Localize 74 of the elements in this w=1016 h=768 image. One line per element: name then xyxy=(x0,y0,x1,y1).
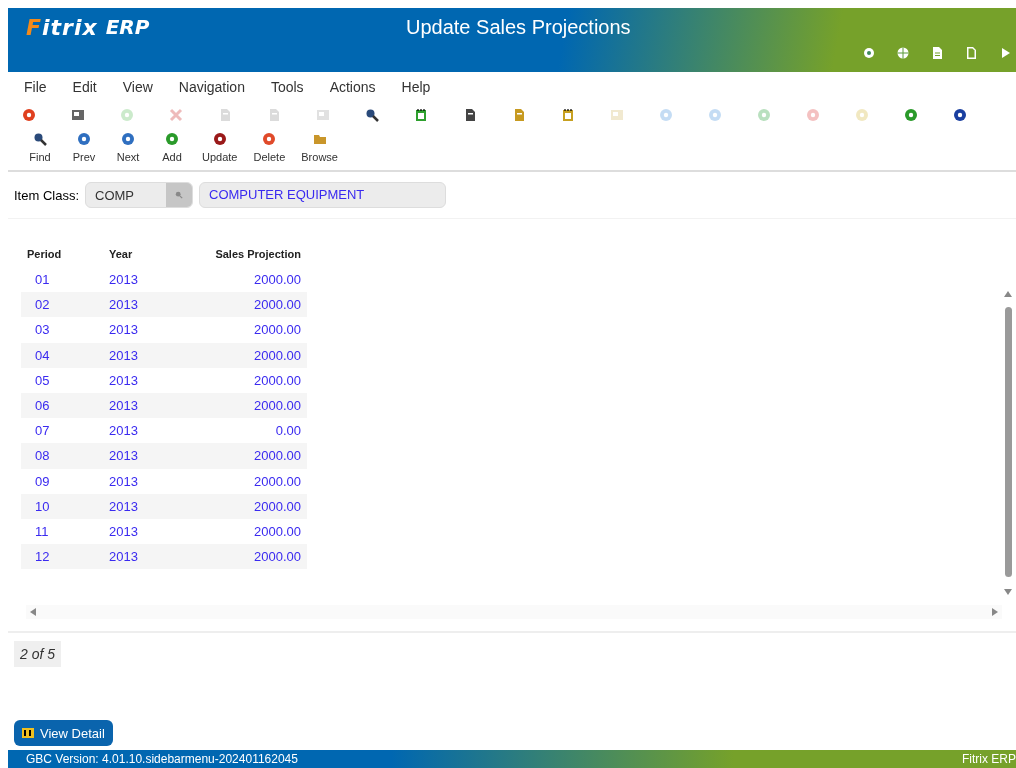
menu-item[interactable]: View xyxy=(114,79,161,95)
globe-icon[interactable] xyxy=(896,46,910,60)
version-text: GBC Version: 4.01.10.sidebarmenu-202401162045 xyxy=(26,752,298,766)
toolbar-button[interactable]: Prev xyxy=(64,128,104,170)
record-counter: 2 of 5 xyxy=(14,641,62,667)
table-cell: 11 xyxy=(21,518,103,545)
table-cell: 2000.00 xyxy=(175,342,307,368)
item-class-field[interactable]: COMP xyxy=(85,182,193,208)
menu-item[interactable]: Navigation xyxy=(170,79,253,95)
horizontal-scrollbar[interactable] xyxy=(26,605,1002,619)
view-detail-button[interactable]: View Detail xyxy=(14,720,113,746)
notepad-icon[interactable] xyxy=(414,108,428,122)
table-cell: 2000.00 xyxy=(175,468,307,494)
table-cell: 2013 xyxy=(103,443,175,469)
table-cell: 2000.00 xyxy=(175,518,307,545)
table-cell: 02 xyxy=(21,292,103,318)
table-cell: 0.00 xyxy=(175,418,307,444)
field-label: Item Class: xyxy=(14,187,79,203)
table-cell: 05 xyxy=(21,367,103,393)
table-cell: 03 xyxy=(21,317,103,343)
toolbar-button[interactable]: Update xyxy=(196,128,244,170)
menu-item[interactable]: Tools xyxy=(262,79,312,95)
table-cell: 07 xyxy=(21,418,103,444)
magnifier-icon[interactable] xyxy=(365,108,379,122)
menu-item[interactable]: File xyxy=(16,79,55,95)
toolbar-button[interactable]: Next xyxy=(108,128,148,170)
table-cell: 2013 xyxy=(103,493,175,519)
brand-text: Fitrix ERP xyxy=(962,752,1016,766)
column-header[interactable]: Year xyxy=(103,241,175,267)
table-cell: 2013 xyxy=(103,518,175,545)
menu-item[interactable]: Help xyxy=(393,79,439,95)
table-cell: 10 xyxy=(21,493,103,519)
table-cell: 2013 xyxy=(103,317,175,343)
menu-item[interactable]: Actions xyxy=(321,79,384,95)
table-cell: 2013 xyxy=(103,292,175,318)
table-cell: 2000.00 xyxy=(175,493,307,519)
logo-product-text: ERP xyxy=(105,15,150,39)
table-cell: 2013 xyxy=(103,418,175,444)
table-cell: 2000.00 xyxy=(175,292,307,318)
search-icon xyxy=(33,132,47,146)
table-cell: 2000.00 xyxy=(175,443,307,469)
description-field: COMPUTER EQUIPMENT xyxy=(199,182,446,208)
table-cell: 2013 xyxy=(103,468,175,494)
table-cell: 2013 xyxy=(103,392,175,419)
toolbar-button[interactable]: Delete xyxy=(247,128,292,170)
table-cell: 09 xyxy=(21,468,103,494)
toolbar-button[interactable]: Add xyxy=(152,128,192,170)
table-cell: 2013 xyxy=(103,342,175,368)
table-cell: 2000.00 xyxy=(175,267,307,293)
report-icon[interactable] xyxy=(930,46,944,60)
column-header[interactable]: Period xyxy=(21,241,103,267)
table-cell: 04 xyxy=(21,342,103,368)
table-cell: 2013 xyxy=(103,544,175,570)
table-cell: 2013 xyxy=(103,267,175,293)
table-cell: 01 xyxy=(21,267,103,293)
table-cell: 2000.00 xyxy=(175,544,307,570)
toolbar-button[interactable]: Find xyxy=(20,128,60,170)
table-cell: 06 xyxy=(21,392,103,419)
notepad-icon[interactable] xyxy=(561,108,575,122)
logo-text: Fitrix xyxy=(26,14,98,40)
table-cell: 2000.00 xyxy=(175,367,307,393)
table-cell: 12 xyxy=(21,544,103,570)
detail-icon xyxy=(22,727,34,739)
page-icon[interactable] xyxy=(964,46,978,60)
folder-icon xyxy=(312,132,327,146)
table-cell: 08 xyxy=(21,443,103,469)
toolbar-button[interactable]: Browse xyxy=(295,128,344,170)
table-cell: 2000.00 xyxy=(175,392,307,419)
window-title: Update Sales Projections xyxy=(406,15,631,39)
column-header[interactable]: Sales Projection xyxy=(175,241,307,267)
menu-item[interactable]: Edit xyxy=(64,79,105,95)
table-cell: 2000.00 xyxy=(175,317,307,343)
table-cell: 2013 xyxy=(103,367,175,393)
search-icon[interactable] xyxy=(175,191,183,199)
